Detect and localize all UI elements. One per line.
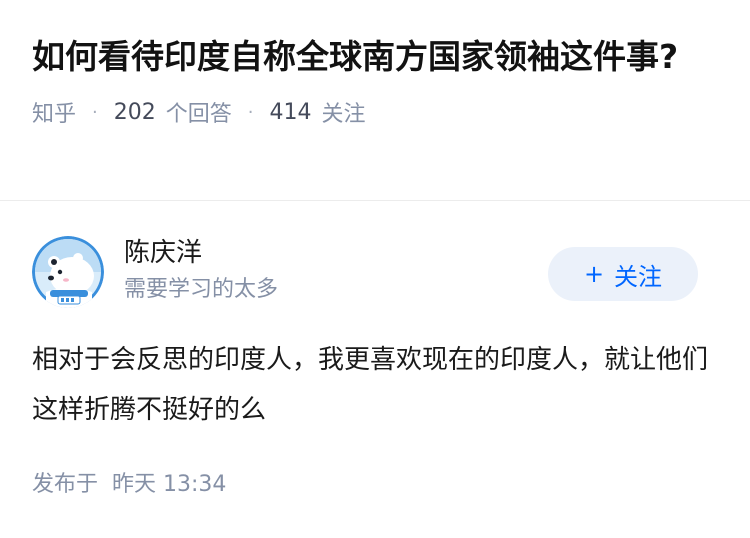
answer-content[interactable]: 相对于会反思的印度人，我更喜欢现在的印度人，就让他们这样折腾不挺好的么	[32, 335, 722, 435]
author-bio: 需要学习的太多	[124, 277, 279, 302]
answer-publish-time: 发布于 昨天 13:34	[32, 467, 226, 503]
publish-label: 发布于	[32, 472, 99, 497]
question-title[interactable]: 如何看待印度自称全球南方国家领袖这件事?	[32, 30, 722, 84]
plus-icon: +	[583, 260, 605, 288]
author-name[interactable]: 陈庆洋	[124, 236, 202, 270]
follow-button-label: 关注	[614, 262, 663, 291]
source-label[interactable]: 知乎	[32, 96, 76, 128]
follow-button[interactable]: + 关注	[548, 247, 698, 301]
question-meta: 知乎 · 202 个回答 · 414 关注	[32, 92, 718, 132]
publish-time-value: 昨天 13:34	[112, 472, 227, 497]
answer-count[interactable]: 202	[114, 100, 156, 125]
follower-count[interactable]: 414	[270, 100, 312, 125]
meta-separator: ·	[92, 101, 98, 123]
answer-count-label[interactable]: 个回答	[166, 96, 232, 128]
meta-separator: ·	[247, 101, 254, 123]
zhihu-answer-page: 如何看待印度自称全球南方国家领袖这件事? 知乎 · 202 个回答 · 414 …	[0, 0, 750, 538]
polar-bear-avatar-icon[interactable]	[32, 236, 104, 308]
answer-text: 相对于会反思的印度人，我更喜欢现在的印度人，就让他们这样折腾不挺好的么	[32, 345, 709, 425]
answer-card: 陈庆洋 需要学习的太多 + 关注 相对于会反思的印度人，我更喜欢现在的印度人，就…	[0, 201, 750, 497]
follower-count-label[interactable]: 关注	[322, 96, 366, 128]
question-header: 如何看待印度自称全球南方国家领袖这件事? 知乎 · 202 个回答 · 414 …	[0, 0, 750, 132]
author-row: 陈庆洋 需要学习的太多 + 关注	[0, 201, 750, 311]
